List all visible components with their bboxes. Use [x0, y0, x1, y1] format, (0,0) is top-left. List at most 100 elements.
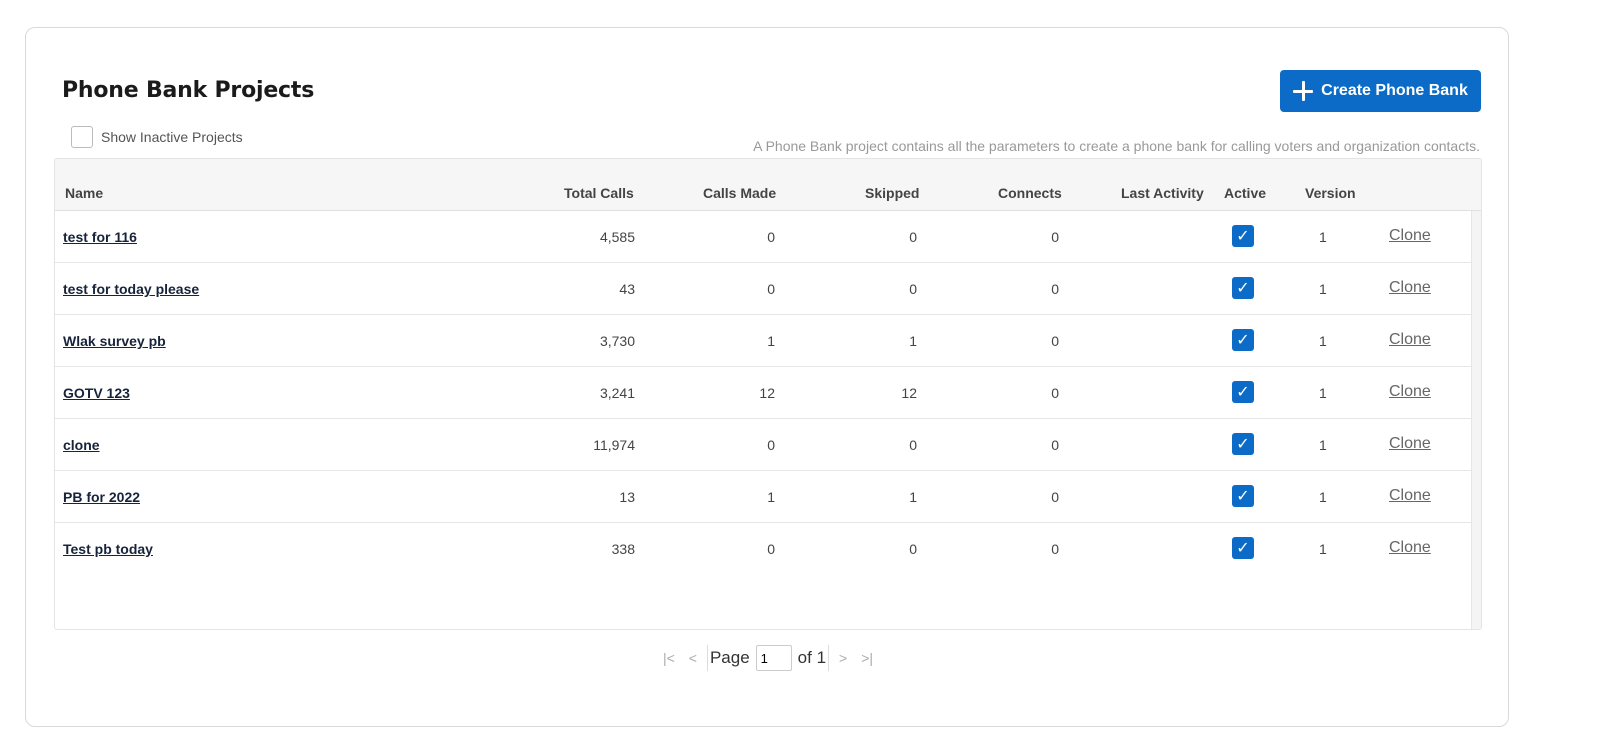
page-description: A Phone Bank project contains all the pa… — [753, 138, 1480, 154]
calls-made-value: 0 — [767, 229, 775, 245]
page-title: Phone Bank Projects — [62, 78, 315, 103]
table-row: test for today please 43 0 0 0 ✓ 1 Clone — [55, 263, 1471, 315]
table-row: GOTV 123 3,241 12 12 0 ✓ 1 Clone — [55, 367, 1471, 419]
active-checkbox[interactable]: ✓ — [1232, 225, 1254, 247]
total-calls-value: 11,974 — [593, 437, 635, 453]
column-header-calls-made[interactable]: Calls Made — [703, 185, 776, 201]
create-phone-bank-label: Create Phone Bank — [1321, 82, 1468, 99]
table-scrollbar[interactable] — [1471, 211, 1481, 629]
last-page-icon[interactable]: >| — [857, 650, 877, 666]
table-header: Name Total Calls Calls Made Skipped Conn… — [55, 159, 1481, 211]
table-row: clone 11,974 0 0 0 ✓ 1 Clone — [55, 419, 1471, 471]
checkmark-icon: ✓ — [1236, 332, 1250, 349]
create-phone-bank-button[interactable]: Create Phone Bank — [1280, 70, 1481, 112]
total-calls-value: 338 — [611, 541, 635, 557]
checkmark-icon: ✓ — [1236, 280, 1250, 297]
prev-page-icon[interactable]: < — [685, 650, 701, 666]
clone-link[interactable]: Clone — [1389, 539, 1431, 557]
page-indicator: Page of 1 — [706, 645, 830, 671]
table-row: PB for 2022 13 1 1 0 ✓ 1 Clone — [55, 471, 1471, 523]
total-calls-value: 43 — [619, 281, 635, 297]
skipped-value: 1 — [909, 333, 917, 349]
show-inactive-checkbox[interactable] — [71, 126, 93, 148]
checkmark-icon: ✓ — [1236, 436, 1250, 453]
clone-link[interactable]: Clone — [1389, 383, 1431, 401]
project-name-link[interactable]: Test pb today — [63, 541, 153, 557]
connects-value: 0 — [1051, 385, 1059, 401]
plus-icon — [1293, 81, 1314, 101]
version-value: 1 — [1319, 229, 1327, 245]
clone-link[interactable]: Clone — [1389, 279, 1431, 297]
column-header-active[interactable]: Active — [1224, 185, 1266, 201]
skipped-value: 1 — [909, 489, 917, 505]
column-header-version[interactable]: Version — [1305, 185, 1356, 201]
checkmark-icon: ✓ — [1236, 540, 1250, 557]
version-value: 1 — [1319, 437, 1327, 453]
column-header-connects[interactable]: Connects — [998, 185, 1062, 201]
skipped-value: 12 — [901, 385, 917, 401]
calls-made-value: 0 — [767, 437, 775, 453]
show-inactive-toggle[interactable]: Show Inactive Projects — [71, 126, 243, 148]
active-checkbox[interactable]: ✓ — [1232, 381, 1254, 403]
clone-link[interactable]: Clone — [1389, 487, 1431, 505]
connects-value: 0 — [1051, 541, 1059, 557]
version-value: 1 — [1319, 333, 1327, 349]
project-name-link[interactable]: Wlak survey pb — [63, 333, 166, 349]
calls-made-value: 12 — [759, 385, 775, 401]
project-name-link[interactable]: test for today please — [63, 281, 199, 297]
table-row: Test pb today 338 0 0 0 ✓ 1 Clone — [55, 523, 1471, 575]
project-name-link[interactable]: GOTV 123 — [63, 385, 130, 401]
version-value: 1 — [1319, 489, 1327, 505]
page-total-label: of 1 — [797, 648, 827, 667]
show-inactive-label: Show Inactive Projects — [101, 129, 243, 145]
calls-made-value: 0 — [767, 281, 775, 297]
active-checkbox[interactable]: ✓ — [1232, 537, 1254, 559]
column-header-name[interactable]: Name — [65, 185, 103, 201]
project-name-link[interactable]: clone — [63, 437, 100, 453]
active-checkbox[interactable]: ✓ — [1232, 277, 1254, 299]
page-label: Page — [709, 648, 750, 667]
connects-value: 0 — [1051, 437, 1059, 453]
table-body: test for 116 4,585 0 0 0 ✓ 1 Clone test for toda… — [55, 211, 1481, 575]
active-checkbox[interactable]: ✓ — [1232, 433, 1254, 455]
column-header-total-calls[interactable]: Total Calls — [564, 185, 634, 201]
active-checkbox[interactable]: ✓ — [1232, 485, 1254, 507]
project-name-link[interactable]: PB for 2022 — [63, 489, 140, 505]
first-page-icon[interactable]: |< — [659, 650, 679, 666]
version-value: 1 — [1319, 281, 1327, 297]
total-calls-value: 4,585 — [599, 229, 635, 245]
calls-made-value: 1 — [767, 489, 775, 505]
calls-made-value: 1 — [767, 333, 775, 349]
version-value: 1 — [1319, 541, 1327, 557]
projects-table: Name Total Calls Calls Made Skipped Conn… — [54, 158, 1482, 630]
column-header-skipped[interactable]: Skipped — [865, 185, 919, 201]
pagination: |< < Page of 1 > >| — [26, 645, 1510, 671]
phone-bank-card: Phone Bank Projects Create Phone Bank Sh… — [25, 27, 1509, 727]
connects-value: 0 — [1051, 281, 1059, 297]
checkmark-icon: ✓ — [1236, 384, 1250, 401]
clone-link[interactable]: Clone — [1389, 331, 1431, 349]
checkmark-icon: ✓ — [1236, 228, 1250, 245]
checkmark-icon: ✓ — [1236, 488, 1250, 505]
active-checkbox[interactable]: ✓ — [1232, 329, 1254, 351]
table-row: test for 116 4,585 0 0 0 ✓ 1 Clone — [55, 211, 1471, 263]
clone-link[interactable]: Clone — [1389, 227, 1431, 245]
connects-value: 0 — [1051, 229, 1059, 245]
skipped-value: 0 — [909, 229, 917, 245]
skipped-value: 0 — [909, 437, 917, 453]
clone-link[interactable]: Clone — [1389, 435, 1431, 453]
total-calls-value: 13 — [619, 489, 635, 505]
project-name-link[interactable]: test for 116 — [63, 229, 137, 245]
version-value: 1 — [1319, 385, 1327, 401]
total-calls-value: 3,730 — [599, 333, 635, 349]
skipped-value: 0 — [909, 281, 917, 297]
next-page-icon[interactable]: > — [835, 650, 851, 666]
connects-value: 0 — [1051, 489, 1059, 505]
skipped-value: 0 — [909, 541, 917, 557]
connects-value: 0 — [1051, 333, 1059, 349]
page-number-input[interactable] — [755, 645, 792, 671]
total-calls-value: 3,241 — [599, 385, 635, 401]
table-row: Wlak survey pb 3,730 1 1 0 ✓ 1 Clone — [55, 315, 1471, 367]
column-header-last-activity[interactable]: Last Activity — [1121, 185, 1204, 201]
calls-made-value: 0 — [767, 541, 775, 557]
